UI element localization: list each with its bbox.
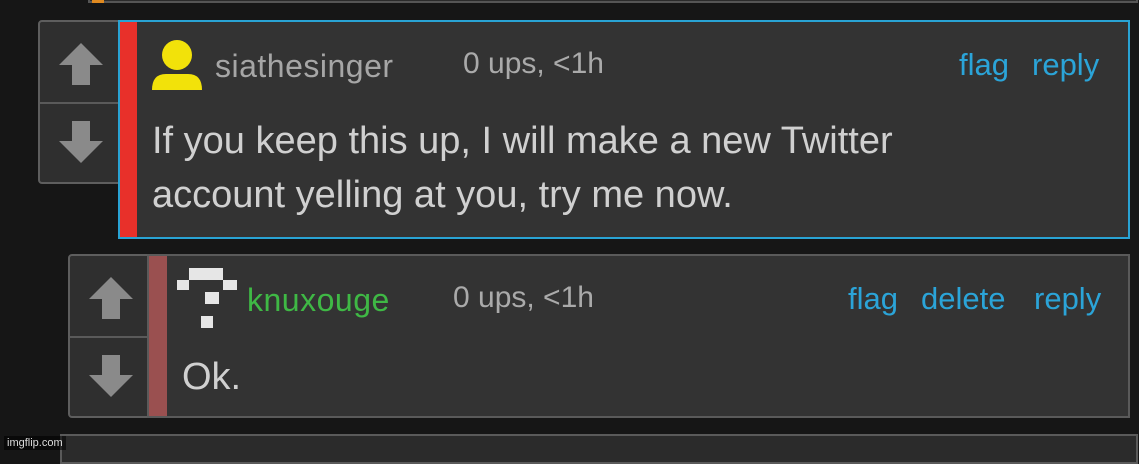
vote-column [68,254,153,418]
comment-panel: siathesinger 0 ups, <1h flag reply If yo… [118,20,1130,239]
comment-meta: 0 ups, <1h [453,281,594,314]
pixel-question-mark-icon [177,268,237,328]
comment-color-bar [120,22,137,237]
comment-panel: knuxouge 0 ups, <1h flag delete reply Ok… [147,254,1130,418]
down-arrow-icon [88,355,133,397]
imgflip-watermark: imgflip.com [4,436,66,450]
reply-link[interactable]: reply [1034,281,1101,317]
upvote-button[interactable] [40,30,121,98]
reply-link[interactable]: reply [1032,47,1099,83]
previous-comment-bar [92,0,104,3]
vote-divider [40,102,121,104]
flag-link[interactable]: flag [848,281,898,317]
comment-body-line: If you keep this up, I will make a new T… [152,120,893,162]
flag-link[interactable]: flag [959,47,1009,83]
up-arrow-icon [88,277,133,319]
comment-username[interactable]: knuxouge [247,282,390,319]
previous-comment-edge [88,0,1138,3]
down-arrow-icon [58,121,103,163]
next-comment-edge [60,434,1138,464]
comment-body: Ok. [182,350,241,404]
delete-link[interactable]: delete [921,281,1005,317]
comment-body: If you keep this up, I will make a new T… [152,114,893,222]
downvote-button[interactable] [70,342,151,410]
comment-color-bar [149,256,167,416]
upvote-button[interactable] [70,264,151,332]
downvote-button[interactable] [40,108,121,176]
comment-meta: 0 ups, <1h [463,47,604,80]
comment-body-line: account yelling at you, try me now. [152,174,733,216]
yellow-person-icon [152,40,202,90]
up-arrow-icon [58,43,103,85]
vote-divider [70,336,151,338]
comment-username[interactable]: siathesinger [215,48,394,85]
comment-body-line: Ok. [182,356,242,398]
vote-column [38,20,123,184]
